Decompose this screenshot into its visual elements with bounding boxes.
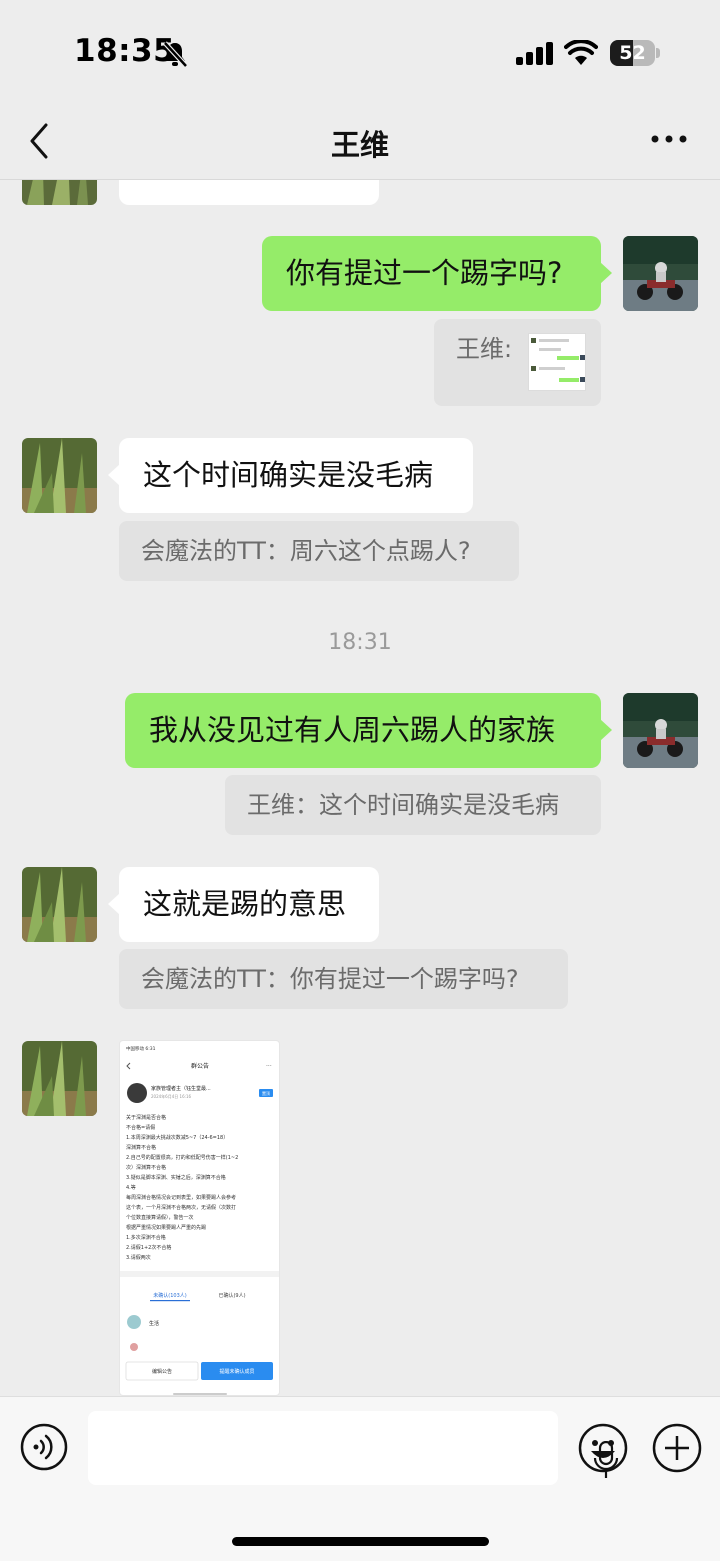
screenshot-more-icon: ··· — [266, 1063, 272, 1070]
screenshot-text-line: 2.自己号的配置很高，打的和低配号伤害一样(1~2 — [126, 1154, 238, 1161]
add-attachment-icon[interactable] — [652, 1423, 702, 1473]
screenshot-text-line: 3.疑似是脚本深渊、实锤之后，深渊算不合格 — [126, 1174, 226, 1181]
my-avatar[interactable] — [623, 236, 698, 311]
message-bubble-incoming[interactable]: 这就是踢的意思 — [108, 867, 379, 942]
screenshot-text-line: 4.等 — [126, 1184, 136, 1191]
screenshot-member: 生活 — [149, 1320, 159, 1327]
screenshot-back-icon — [126, 1062, 131, 1070]
message-input[interactable] — [88, 1411, 619, 1485]
quoted-reply[interactable]: 王维：这个时间确实是没毛病 — [225, 775, 601, 835]
quoted-sender: 王维: — [456, 335, 513, 363]
quoted-screenshot-thumbnail[interactable] — [528, 333, 586, 391]
message-bubble-incoming[interactable]: 这个时间确实是没毛病 — [108, 438, 473, 513]
screenshot-text-line: 2.请假1+2次不合格 — [126, 1244, 171, 1251]
screenshot-text-line: 每周深渊合格情况会记到表里，如果要踢人会参考 — [126, 1194, 236, 1201]
contact-avatar[interactable] — [22, 867, 97, 942]
wifi-icon — [564, 40, 598, 65]
status-bar: 18:35 52 — [0, 0, 720, 105]
screenshot-status-time: 中国移动 6:31 — [126, 1045, 156, 1052]
screenshot-text-line: 个位数直接算请假），警告一次 — [126, 1214, 194, 1221]
screenshot-text-line: 3.请假两次 — [126, 1254, 151, 1261]
chat-header: 王维 — [0, 105, 720, 180]
screenshot-text-line: 根据严重情况如果要踢人严重的先踢 — [126, 1224, 206, 1231]
screenshot-text-line: 1.本周深渊最大挑战次数减5~7（24-6=18） — [126, 1134, 228, 1141]
input-bar — [0, 1396, 720, 1561]
chat-title: 王维 — [330, 128, 389, 162]
screenshot-badge: 置顶 — [262, 1090, 270, 1096]
message-list[interactable]: 你有提过一个踢字吗? 王维: 这个时间确实是没毛病 会魔法的TT：周六这个点踢人… — [0, 180, 720, 1396]
screenshot-author: 家族管理者主（钰生堂最... — [151, 1085, 211, 1092]
message-bubble-outgoing[interactable]: 我从没见过有人周六踢人的家族 — [125, 693, 612, 768]
home-indicator[interactable] — [232, 1537, 489, 1546]
my-avatar[interactable] — [623, 693, 698, 768]
image-message[interactable]: 中国移动 6:31 群公告 ··· 家族管理者主（钰生堂最... 2024年6月… — [119, 1040, 280, 1396]
contact-avatar[interactable] — [22, 180, 97, 205]
screenshot-remind-button: 提醒未确认成员 — [219, 1368, 254, 1375]
screenshot-text-line: 1.多次深渊不合格 — [126, 1234, 166, 1241]
cellular-signal-icon — [516, 42, 553, 65]
screenshot-edit-button: 编辑公告 — [152, 1368, 172, 1375]
status-time: 18:35 — [74, 33, 176, 69]
screenshot-header: 群公告 — [191, 1062, 209, 1070]
bell-muted-icon — [163, 41, 188, 68]
screenshot-announcement-text: 关于深渊是否合格不合格=请假 1.本周深渊最大挑战次数减5~7（24-6=18） 深… — [126, 1114, 238, 1261]
battery-percentage: 52 — [619, 42, 646, 64]
screenshot-text-line: 这个表，一个月深渊不合格两次，无请假（次数打 — [126, 1204, 236, 1211]
contact-avatar[interactable] — [22, 1041, 97, 1116]
screenshot-date: 2024年6月4日 16:16 — [151, 1093, 192, 1099]
voice-mode-icon[interactable] — [20, 1423, 68, 1471]
screenshot-author-avatar — [127, 1083, 147, 1103]
message-bubble-outgoing[interactable]: 你有提过一个踢字吗? — [262, 236, 612, 311]
message-bubble-partial[interactable] — [119, 180, 379, 205]
quoted-reply[interactable]: 王维: — [434, 319, 601, 406]
screenshot-text-line: 不合格=请假 — [126, 1124, 155, 1131]
screenshot-member-avatar — [127, 1315, 141, 1329]
screenshot-tab-confirmed: 已确认(9人) — [218, 1292, 245, 1299]
screenshot-text-line: 深渊算不合格 — [126, 1144, 156, 1151]
quoted-reply[interactable]: 会魔法的TT：你有提过一个踢字吗? — [119, 949, 568, 1009]
screenshot-text-line: 关于深渊是否合格 — [126, 1114, 166, 1121]
screenshot-text-line: 次）深渊算不合格 — [126, 1164, 166, 1171]
emoji-icon[interactable] — [578, 1423, 628, 1473]
battery-indicator: 52 — [610, 40, 660, 66]
message-timestamp: 18:31 — [328, 630, 392, 655]
contact-avatar[interactable] — [22, 438, 97, 513]
quoted-reply[interactable]: 会魔法的TT：周六这个点踢人? — [119, 521, 519, 581]
more-options-icon[interactable] — [650, 129, 688, 149]
screenshot-tab-unconfirmed: 未确认(103人) — [153, 1292, 186, 1299]
